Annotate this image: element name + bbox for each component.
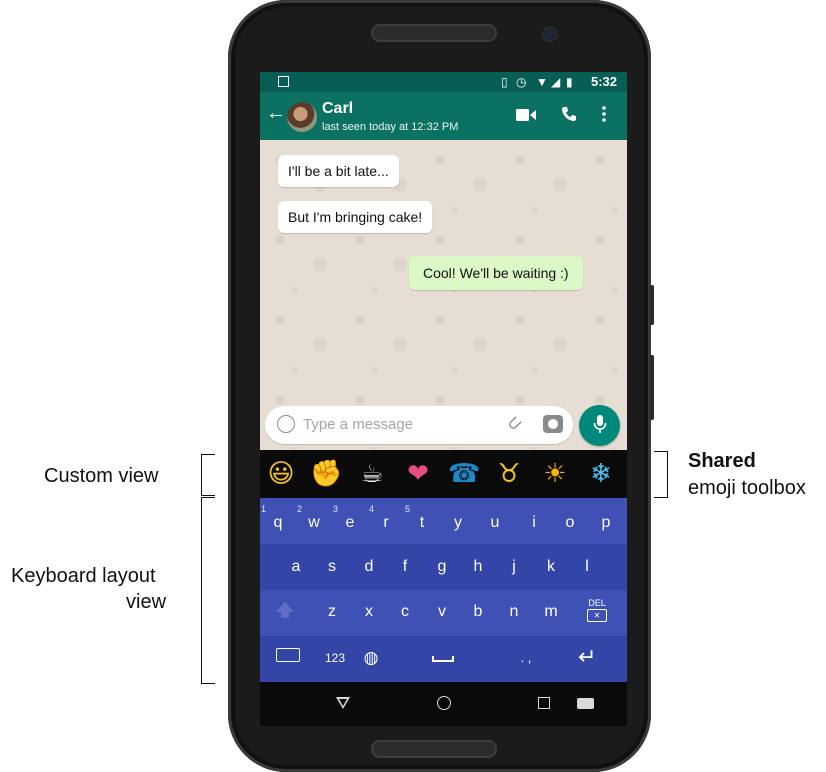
key-q[interactable]: 1q xyxy=(261,504,293,532)
camera-icon[interactable] xyxy=(543,415,563,433)
microphone-button[interactable] xyxy=(579,405,620,446)
key-c[interactable]: c xyxy=(390,603,420,621)
key-u[interactable]: u xyxy=(480,514,510,532)
emoji-telephone[interactable]: ☎ xyxy=(448,458,480,490)
contact-last-seen: last seen today at 12:32 PM xyxy=(322,121,459,133)
phone-screen: ▯ ◷ ▼ ◢ ▮ 5:32 ← Carl last seen today at… xyxy=(260,72,627,726)
status-time: 5:32 xyxy=(590,74,617,89)
key-k[interactable]: k xyxy=(536,558,566,576)
key-v[interactable]: v xyxy=(427,603,457,621)
chat-app-bar: ← Carl last seen today at 12:32 PM xyxy=(260,92,627,140)
phone-call-icon[interactable] xyxy=(561,106,577,127)
nav-back-icon[interactable] xyxy=(336,697,350,709)
key-l[interactable]: l xyxy=(572,558,602,576)
status-bar: ▯ ◷ ▼ ◢ ▮ 5:32 xyxy=(260,72,627,92)
keyboard-row-4: 123 ◍ . , ↵ xyxy=(260,636,627,682)
keyboard-layout-view-label-line1: Keyboard layout xyxy=(11,565,156,587)
attachment-clip-icon[interactable]: ⊂ xyxy=(502,411,528,437)
emoji-taurus[interactable]: ♉ xyxy=(493,458,525,490)
keyboard-layout-view-bracket xyxy=(201,497,215,684)
keyboard-switch-icon[interactable] xyxy=(276,648,300,662)
key-o[interactable]: o xyxy=(555,514,585,532)
volume-button xyxy=(650,355,654,420)
back-arrow-icon[interactable]: ← xyxy=(266,102,286,125)
emoji-face-icon[interactable] xyxy=(277,415,295,433)
key-b[interactable]: b xyxy=(463,603,493,621)
key-x[interactable]: x xyxy=(354,603,384,621)
bottom-speaker xyxy=(371,740,497,758)
message-bubble-incoming[interactable]: I'll be a bit late... xyxy=(278,155,399,187)
punctuation-key[interactable]: . , xyxy=(511,650,541,665)
nav-home-icon[interactable] xyxy=(437,696,451,710)
earpiece-speaker xyxy=(371,24,497,42)
space-bar-icon[interactable] xyxy=(432,656,454,662)
delete-key[interactable]: DEL ✕ xyxy=(582,598,612,622)
key-y[interactable]: y xyxy=(443,514,473,532)
emoji-heart[interactable]: ❤ xyxy=(402,458,434,490)
key-e[interactable]: 3e xyxy=(333,504,365,532)
emoji-smiley[interactable]: 😃 xyxy=(265,458,297,490)
image-notification-icon xyxy=(278,76,289,87)
key-s[interactable]: s xyxy=(317,558,347,576)
keyboard-layout-view: 1q 2w 3e 4r 5t y u i o p a s d f g h j k… xyxy=(260,498,627,682)
contact-name[interactable]: Carl xyxy=(322,100,353,118)
key-a[interactable]: a xyxy=(281,558,311,576)
message-composer[interactable]: Type a message ⊂ xyxy=(265,406,573,444)
key-j[interactable]: j xyxy=(499,558,529,576)
custom-view-label: Custom view xyxy=(44,465,159,487)
message-bubble-outgoing[interactable]: Cool! We'll be waiting :) xyxy=(409,256,583,290)
keyboard-row-1: 1q 2w 3e 4r 5t y u i o p xyxy=(260,498,627,544)
vibrate-icon: ▯ xyxy=(501,75,508,89)
key-w[interactable]: 2w xyxy=(297,504,329,532)
android-navigation-bar xyxy=(260,682,627,726)
shared-label: Shared xyxy=(688,450,756,472)
globe-icon[interactable]: ◍ xyxy=(356,648,386,668)
key-i[interactable]: i xyxy=(519,514,549,532)
message-bubble-incoming[interactable]: But I'm bringing cake! xyxy=(278,201,433,233)
battery-icon: ▮ xyxy=(566,75,573,89)
keyboard-layout-view-label-line2: view xyxy=(126,591,167,613)
power-button xyxy=(650,285,654,325)
emoji-snowflake[interactable]: ❄ xyxy=(585,458,617,490)
key-f[interactable]: f xyxy=(390,558,420,576)
overflow-menu-icon[interactable] xyxy=(602,106,606,127)
emoji-sun[interactable]: ☀ xyxy=(539,458,571,490)
key-h[interactable]: h xyxy=(463,558,493,576)
emoji-toolbox-label: emoji toolbox xyxy=(688,477,806,499)
key-p[interactable]: p xyxy=(591,514,621,532)
signal-icon: ◢ xyxy=(551,75,561,89)
backspace-icon: ✕ xyxy=(587,609,607,622)
shared-toolbox-bracket xyxy=(654,451,668,498)
key-z[interactable]: z xyxy=(317,603,347,621)
key-r[interactable]: 4r xyxy=(369,504,401,532)
key-t[interactable]: 5t xyxy=(405,504,437,532)
key-d[interactable]: d xyxy=(354,558,384,576)
key-m[interactable]: m xyxy=(536,603,566,621)
emoji-fist[interactable]: ✊ xyxy=(310,458,342,490)
delete-key-label: DEL xyxy=(588,598,606,608)
custom-view-bracket xyxy=(201,454,215,496)
chat-area: I'll be a bit late... But I'm bringing c… xyxy=(260,140,627,450)
message-input[interactable]: Type a message xyxy=(303,416,413,433)
keyboard-row-3: z x c v b n m DEL ✕ xyxy=(260,590,627,636)
emoji-coffee[interactable]: ☕ xyxy=(356,458,388,490)
front-camera xyxy=(544,28,556,40)
wifi-icon: ▼ xyxy=(536,75,548,89)
numbers-key[interactable]: 123 xyxy=(320,651,350,665)
shared-emoji-toolbox: 😃 ✊ ☕ ❤ ☎ ♉ ☀ ❄ xyxy=(260,450,627,498)
keyboard-row-2: a s d f g h j k l xyxy=(260,544,627,590)
key-g[interactable]: g xyxy=(427,558,457,576)
nav-recents-icon[interactable] xyxy=(538,697,550,709)
nav-keyboard-icon[interactable] xyxy=(577,698,594,709)
key-n[interactable]: n xyxy=(499,603,529,621)
enter-icon[interactable]: ↵ xyxy=(578,644,596,670)
alarm-icon: ◷ xyxy=(516,75,527,89)
video-call-icon[interactable] xyxy=(516,107,536,127)
microphone-icon xyxy=(579,414,620,439)
contact-avatar[interactable] xyxy=(287,102,317,132)
shift-icon[interactable] xyxy=(276,602,294,618)
